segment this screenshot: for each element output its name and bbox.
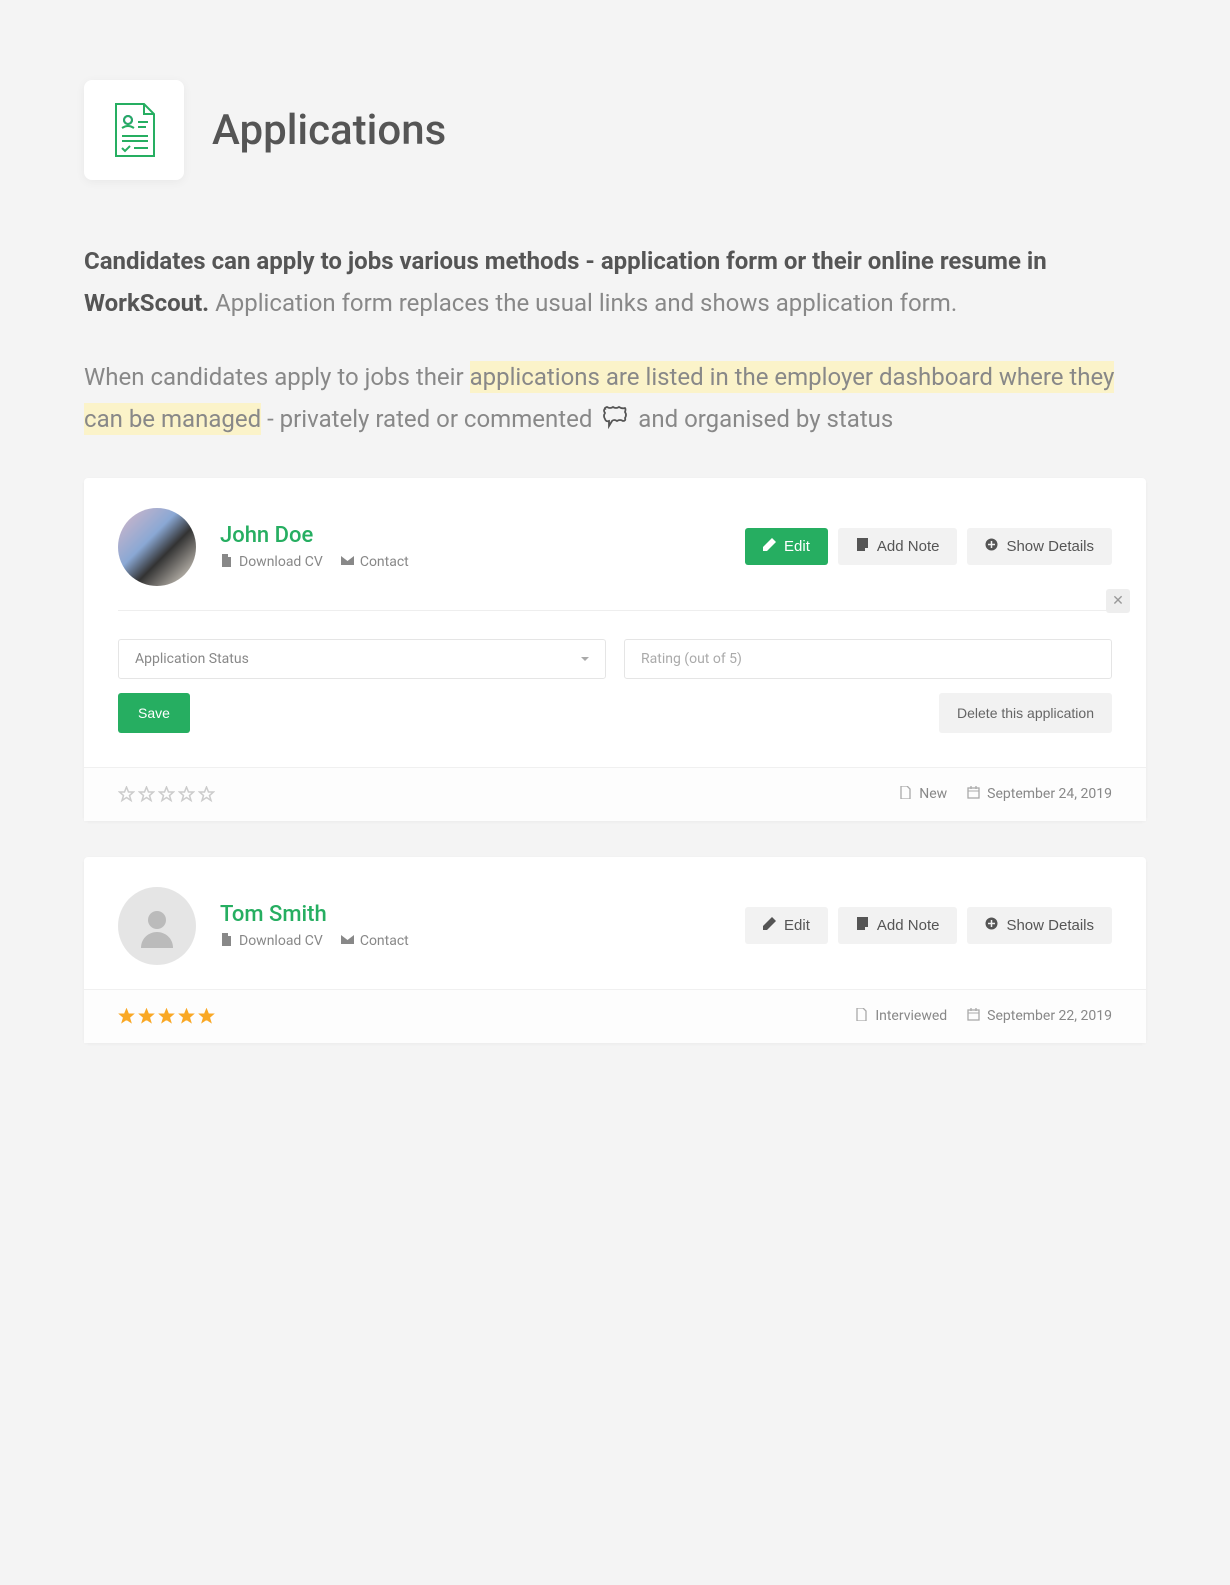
plus-circle-icon: [985, 538, 998, 555]
candidate-name[interactable]: Tom Smith: [220, 902, 721, 927]
intro-text: - privately rated or commented: [261, 405, 598, 433]
candidate-links: Download CV Contact: [220, 933, 721, 950]
add-note-button[interactable]: Add Note: [838, 528, 958, 565]
date-badge: September 22, 2019: [967, 1008, 1112, 1025]
add-note-label: Add Note: [877, 917, 940, 934]
candidate-info: John Doe Download CV Contact: [220, 523, 721, 571]
envelope-icon: [341, 554, 354, 571]
edit-label: Edit: [784, 917, 810, 934]
applications-icon: [84, 80, 184, 180]
download-cv-label: Download CV: [239, 554, 323, 570]
status-select[interactable]: Application Status: [118, 639, 606, 679]
file-icon: [220, 933, 233, 950]
action-buttons: Edit Add Note Show Details: [745, 528, 1112, 565]
delete-button[interactable]: Delete this application: [939, 693, 1112, 733]
pencil-icon: [763, 917, 776, 934]
star-icon: [138, 786, 155, 803]
form-inputs: Application Status: [118, 611, 1112, 693]
file-icon: [899, 786, 912, 803]
add-note-label: Add Note: [877, 538, 940, 555]
star-icon: [138, 1008, 155, 1025]
status-badge: New: [899, 786, 947, 803]
action-buttons: Edit Add Note Show Details: [745, 907, 1112, 944]
star-icon: [118, 1008, 135, 1025]
contact-link[interactable]: Contact: [341, 554, 409, 571]
status-label: Interviewed: [875, 1008, 947, 1024]
download-cv-link[interactable]: Download CV: [220, 554, 323, 571]
form-actions: Save Delete this application: [118, 693, 1112, 737]
footer-meta: New September 24, 2019: [899, 786, 1112, 803]
avatar: [118, 887, 196, 965]
page-title: Applications: [212, 106, 446, 155]
note-icon: [856, 538, 869, 555]
rating-stars: [118, 786, 215, 803]
show-details-button[interactable]: Show Details: [967, 528, 1112, 565]
contact-link[interactable]: Contact: [341, 933, 409, 950]
star-icon: [198, 786, 215, 803]
calendar-icon: [967, 1008, 980, 1025]
rating-stars: [118, 1008, 215, 1025]
application-form: Application Status Save Delete this appl…: [118, 611, 1112, 767]
candidate-header: Tom Smith Download CV Contact Edit Add N…: [84, 857, 1146, 989]
intro-text: When candidates apply to jobs their: [84, 363, 470, 391]
show-details-label: Show Details: [1006, 917, 1094, 934]
candidate-header: John Doe Download CV Contact Edit Add No…: [84, 478, 1146, 610]
rating-input[interactable]: [624, 639, 1112, 679]
star-icon: [178, 786, 195, 803]
candidate-name[interactable]: John Doe: [220, 523, 721, 548]
close-button[interactable]: ✕: [1106, 589, 1130, 613]
download-cv-label: Download CV: [239, 933, 323, 949]
contact-label: Contact: [360, 933, 409, 949]
star-icon: [158, 1008, 175, 1025]
status-badge: Interviewed: [855, 1008, 947, 1025]
date-badge: September 24, 2019: [967, 786, 1112, 803]
calendar-icon: [967, 786, 980, 803]
show-details-label: Show Details: [1006, 538, 1094, 555]
star-icon: [198, 1008, 215, 1025]
plus-circle-icon: [985, 917, 998, 934]
candidate-card: John Doe Download CV Contact Edit Add No…: [84, 478, 1146, 821]
candidate-card: Tom Smith Download CV Contact Edit Add N…: [84, 857, 1146, 1043]
intro-paragraph-2: When candidates apply to jobs their appl…: [84, 356, 1146, 442]
edit-button[interactable]: Edit: [745, 907, 828, 944]
chevron-down-icon: [581, 657, 589, 661]
edit-button[interactable]: Edit: [745, 528, 828, 565]
download-cv-link[interactable]: Download CV: [220, 933, 323, 950]
edit-label: Edit: [784, 538, 810, 555]
file-icon: [855, 1008, 868, 1025]
date-label: September 24, 2019: [987, 786, 1112, 802]
candidate-links: Download CV Contact: [220, 554, 721, 571]
show-details-button[interactable]: Show Details: [967, 907, 1112, 944]
status-label: New: [919, 786, 947, 802]
intro-text: Application form replaces the usual link…: [209, 289, 957, 317]
intro-paragraph-1: Candidates can apply to jobs various met…: [84, 240, 1146, 324]
note-icon: [856, 917, 869, 934]
candidate-info: Tom Smith Download CV Contact: [220, 902, 721, 950]
star-icon: [178, 1008, 195, 1025]
card-footer: Interviewed September 22, 2019: [84, 989, 1146, 1043]
comment-icon: [602, 400, 628, 442]
contact-label: Contact: [360, 554, 409, 570]
date-label: September 22, 2019: [987, 1008, 1112, 1024]
pencil-icon: [763, 538, 776, 555]
card-footer: New September 24, 2019: [84, 767, 1146, 821]
file-icon: [220, 554, 233, 571]
star-icon: [158, 786, 175, 803]
status-placeholder: Application Status: [135, 651, 249, 667]
envelope-icon: [341, 933, 354, 950]
save-button[interactable]: Save: [118, 693, 190, 733]
page-header: Applications: [84, 80, 1146, 180]
star-icon: [118, 786, 135, 803]
avatar: [118, 508, 196, 586]
intro-text: and organised by status: [632, 405, 893, 433]
add-note-button[interactable]: Add Note: [838, 907, 958, 944]
footer-meta: Interviewed September 22, 2019: [855, 1008, 1112, 1025]
